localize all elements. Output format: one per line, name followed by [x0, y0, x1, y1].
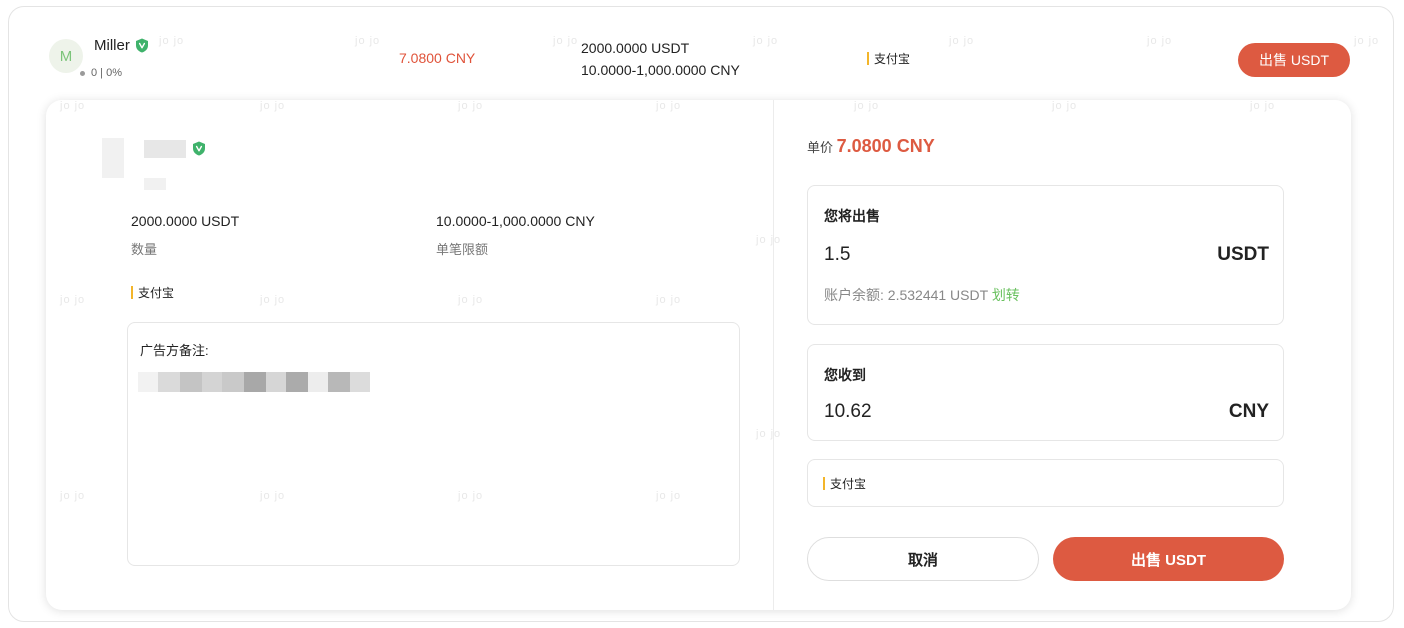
watermark: jo jo [458, 100, 484, 112]
account-balance: 账户余额: 2.532441 USDT 划转 [824, 285, 1020, 305]
online-status-dot [80, 70, 85, 76]
watermark: jo jo [656, 294, 682, 306]
watermark: jo jo [756, 234, 782, 246]
unit-price-value: 7.0800 CNY [836, 136, 935, 156]
blurred-trader-name [144, 140, 186, 158]
cancel-button[interactable]: 取消 [807, 537, 1039, 581]
watermark: jo jo [1052, 100, 1078, 112]
trader-stats: 0 | 0% [80, 67, 122, 79]
listing-payment-method: 支付宝 [867, 50, 910, 67]
payment-bar-icon [131, 286, 133, 299]
limit-label: 单笔限额 [436, 242, 489, 257]
watermark: jo jo [553, 35, 579, 47]
receive-amount-title: 您收到 [824, 367, 866, 383]
watermark: jo jo [458, 294, 484, 306]
account-balance-text: 账户余额: 2.532441 USDT [824, 287, 988, 303]
watermark: jo jo [753, 35, 779, 47]
sell-amount-input[interactable]: 1.5 [824, 244, 850, 266]
listing-price: 7.0800 CNY [399, 50, 476, 66]
listing-amount-limit: 2000.0000 USDT 10.0000-1,000.0000 CNY [581, 37, 740, 81]
sell-amount-title: 您将出售 [824, 208, 880, 224]
advertiser-notes-box: 广告方备注: [127, 322, 740, 566]
limit-value: 10.0000-1,000.0000 CNY [436, 213, 595, 229]
details-payment-method: 支付宝 [131, 284, 174, 301]
payment-method-label: 支付宝 [830, 476, 867, 491]
receive-amount-input[interactable]: 10.62 [824, 401, 872, 423]
sell-usdt-button[interactable]: 出售 USDT [1238, 43, 1350, 77]
watermark: jo jo [260, 294, 286, 306]
watermark: jo jo [1250, 100, 1276, 112]
watermark: jo jo [1354, 35, 1380, 47]
payment-label: 支付宝 [874, 52, 911, 66]
trade-stats-text: 0 | 0% [91, 67, 122, 79]
watermark: jo jo [355, 35, 381, 47]
listing-available: 2000.0000 USDT [581, 40, 690, 56]
trader-avatar[interactable]: M [49, 39, 83, 73]
transfer-link[interactable]: 划转 [992, 287, 1020, 303]
watermark: jo jo [260, 100, 286, 112]
receive-amount-unit: CNY [1228, 401, 1269, 422]
sell-amount-unit: USDT [1217, 244, 1269, 265]
blurred-avatar [102, 138, 124, 178]
payment-method-select[interactable]: 支付宝 [807, 459, 1284, 507]
payment-bar-icon [867, 52, 869, 65]
watermark: jo jo [1147, 35, 1173, 47]
blurred-notes-text [138, 372, 370, 392]
payment-bar-icon [823, 476, 825, 490]
verified-shield-icon [193, 141, 205, 156]
p2p-listing-panel: jo jo jo jo jo jo jo jo jo jo jo jo jo j… [8, 6, 1394, 622]
watermark: jo jo [159, 35, 185, 47]
watermark: jo jo [656, 100, 682, 112]
column-divider [773, 100, 774, 610]
sell-amount-field[interactable]: 您将出售 1.5 USDT 账户余额: 2.532441 USDT 划转 [807, 185, 1284, 325]
trader-name[interactable]: Miller [94, 37, 130, 54]
quantity-label: 数量 [131, 242, 158, 257]
watermark: jo jo [60, 100, 86, 112]
quantity-value: 2000.0000 USDT [131, 213, 240, 229]
payment-label: 支付宝 [138, 286, 175, 300]
verified-shield-icon [135, 38, 148, 53]
order-card: jo jo jo jo jo jo jo jo jo jo jo jo jo j… [46, 100, 1351, 610]
trader-name-row[interactable]: Miller [94, 37, 149, 54]
unit-price: 单价 7.0800 CNY [807, 136, 935, 157]
confirm-sell-button[interactable]: 出售 USDT [1053, 537, 1284, 581]
watermark: jo jo [60, 294, 86, 306]
notes-title: 广告方备注: [140, 343, 209, 358]
receive-amount-field[interactable]: 您收到 10.62 CNY [807, 344, 1284, 441]
watermark: jo jo [756, 428, 782, 440]
blurred-trader-stats [144, 178, 166, 190]
watermark: jo jo [949, 35, 975, 47]
unit-price-label: 单价 [807, 140, 834, 155]
watermark: jo jo [60, 490, 86, 502]
listing-limit: 10.0000-1,000.0000 CNY [581, 62, 740, 78]
watermark: jo jo [854, 100, 880, 112]
